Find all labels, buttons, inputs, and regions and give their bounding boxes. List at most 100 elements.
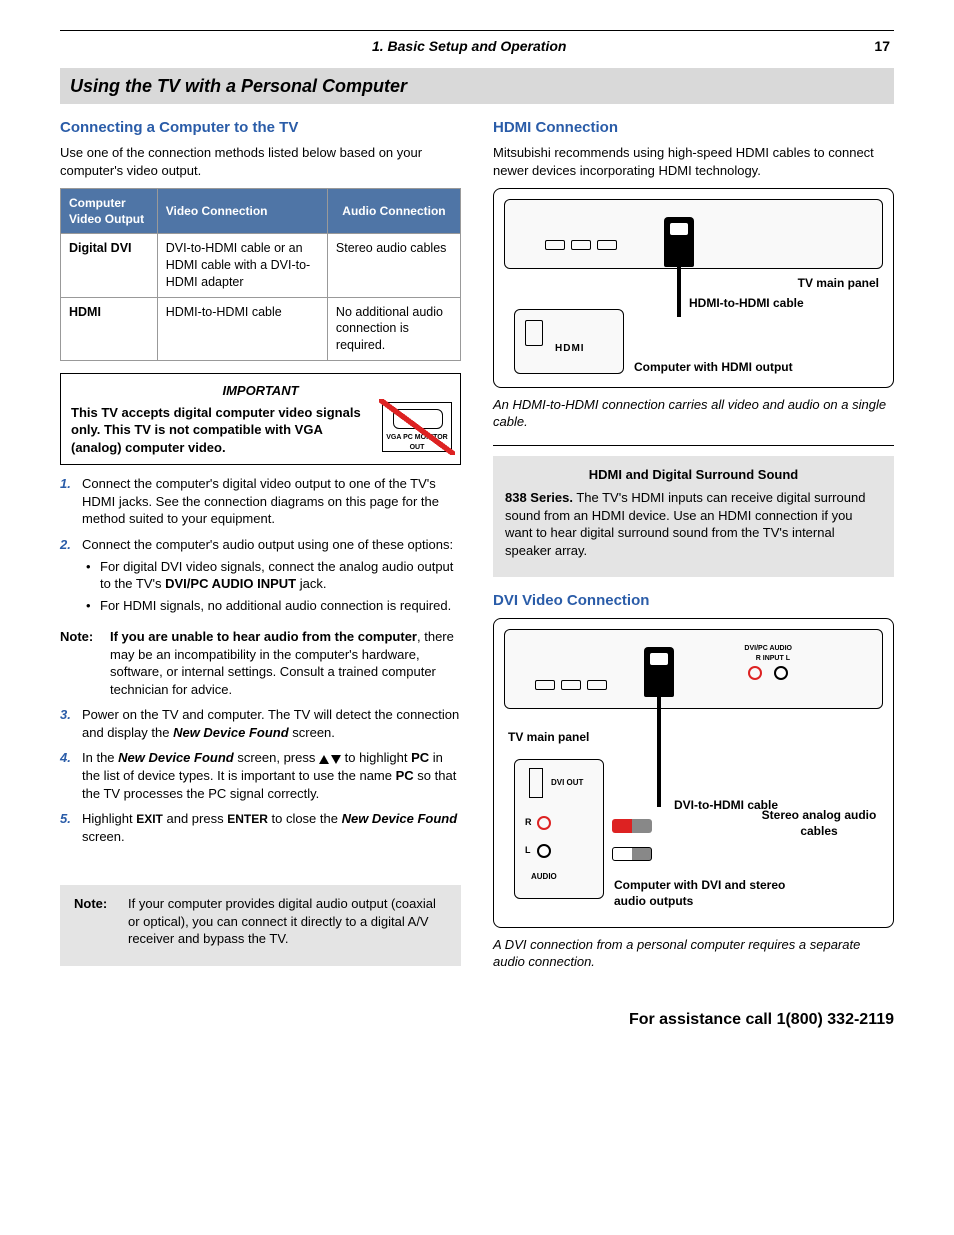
connection-table: Computer Video Output Video Connection A… bbox=[60, 188, 461, 362]
step-body: Highlight EXIT and press ENTER to close … bbox=[82, 810, 461, 845]
note-label: Note: bbox=[74, 895, 128, 948]
steps-list-cont: 3. Power on the TV and computer. The TV … bbox=[60, 706, 461, 845]
dvi-diagram: DVI/PC AUDIO R INPUT L TV main panel DVI… bbox=[493, 618, 894, 928]
rca-white-icon bbox=[774, 666, 788, 680]
cell-hdmi-label: HDMI bbox=[61, 297, 158, 361]
vga-label: VGA PC MONITOR OUT bbox=[386, 434, 447, 450]
up-triangle-icon bbox=[319, 755, 329, 764]
step-4: 4. In the New Device Found screen, press… bbox=[60, 749, 461, 802]
chapter-title: 1. Basic Setup and Operation bbox=[64, 37, 874, 56]
left-column: Connecting a Computer to the TV Use one … bbox=[60, 114, 461, 985]
note-body: If you are unable to hear audio from the… bbox=[110, 628, 461, 698]
dvi-port-icon bbox=[529, 768, 543, 798]
cable-icon bbox=[677, 267, 681, 317]
hdmi-plug-icon bbox=[664, 217, 694, 267]
page-number: 17 bbox=[874, 37, 890, 56]
button-exit: EXIT bbox=[136, 812, 163, 826]
th-video-connection: Video Connection bbox=[157, 188, 327, 233]
tv-panel-icon: DVI/PC AUDIO R INPUT L bbox=[504, 629, 883, 709]
table-row: Digital DVI DVI-to-HDMI cable or an HDMI… bbox=[61, 233, 461, 297]
audio-note: Note: If you are unable to hear audio fr… bbox=[60, 628, 461, 698]
gb-body: 838 Series. The TV's HDMI inputs can rec… bbox=[505, 489, 882, 559]
step-body: In the New Device Found screen, press to… bbox=[82, 749, 461, 802]
hdmi-port-icon bbox=[525, 320, 543, 346]
sub-bullets: For digital DVI video signals, connect t… bbox=[82, 558, 461, 615]
hdmi-intro: Mitsubishi recommends using high-speed H… bbox=[493, 144, 894, 179]
section-title: Using the TV with a Personal Computer bbox=[60, 68, 894, 104]
bullet: For HDMI signals, no additional audio co… bbox=[100, 597, 461, 615]
th-computer-output: Computer Video Output bbox=[61, 188, 158, 233]
table-row: HDMI HDMI-to-HDMI cable No additional au… bbox=[61, 297, 461, 361]
intro-text: Use one of the connection methods listed… bbox=[60, 144, 461, 179]
step-body: Power on the TV and computer. The TV wil… bbox=[82, 706, 461, 741]
jack-name: DVI/PC AUDIO INPUT bbox=[165, 576, 296, 591]
label-dvi-out: DVI OUT bbox=[551, 778, 583, 789]
step-number: 3. bbox=[60, 706, 82, 741]
page-header: 1. Basic Setup and Operation 17 bbox=[60, 37, 894, 68]
label-computer-hdmi: Computer with HDMI output bbox=[634, 359, 793, 375]
device-name: PC bbox=[396, 768, 414, 783]
label-dvipc-audio: DVI/PC AUDIO bbox=[744, 644, 792, 653]
rca-red-icon bbox=[537, 816, 551, 830]
cell-dvi-label: Digital DVI bbox=[61, 233, 158, 297]
step-2: 2. Connect the computer's audio output u… bbox=[60, 536, 461, 618]
label-tv-panel: TV main panel bbox=[508, 729, 589, 745]
computer-box-icon: DVI OUT R L AUDIO bbox=[514, 759, 604, 899]
step-body: Connect the computer's digital video out… bbox=[82, 475, 461, 528]
label-audio: AUDIO bbox=[531, 872, 557, 883]
label-hdmi-cable: HDMI-to-HDMI cable bbox=[689, 295, 829, 311]
vga-icon: VGA PC MONITOR OUT bbox=[382, 402, 452, 452]
footer-assistance: For assistance call 1(800) 332-2119 bbox=[60, 1009, 894, 1031]
label-computer-dvi: Computer with DVI and stereo audio outpu… bbox=[614, 877, 814, 909]
step-3: 3. Power on the TV and computer. The TV … bbox=[60, 706, 461, 741]
computer-box-icon: HDMI bbox=[514, 309, 624, 374]
note-label: Note: bbox=[60, 628, 110, 698]
step-number: 4. bbox=[60, 749, 82, 802]
hdmi-logo-icon: HDMI bbox=[555, 342, 585, 356]
step-5: 5. Highlight EXIT and press ENTER to clo… bbox=[60, 810, 461, 845]
gb-title: HDMI and Digital Surround Sound bbox=[505, 466, 882, 484]
heading-hdmi: HDMI Connection bbox=[493, 118, 894, 138]
bullet: For digital DVI video signals, connect t… bbox=[100, 558, 461, 593]
divider bbox=[493, 445, 894, 446]
rca-plug-red-icon bbox=[612, 819, 652, 833]
steps-list: 1. Connect the computer's digital video … bbox=[60, 475, 461, 618]
important-title: IMPORTANT bbox=[71, 382, 450, 400]
hdmi-diagram: HDMI TV main panel HDMI-to-HDMI cable Co… bbox=[493, 188, 894, 388]
screen-name: New Device Found bbox=[342, 811, 458, 826]
step-1: 1. Connect the computer's digital video … bbox=[60, 475, 461, 528]
cable-icon bbox=[657, 697, 661, 807]
cell-dvi-video: DVI-to-HDMI cable or an HDMI cable with … bbox=[157, 233, 327, 297]
label-r: R bbox=[525, 816, 532, 828]
hdmi-caption: An HDMI-to-HDMI connection carries all v… bbox=[493, 396, 894, 431]
bottom-note-box: Note: If your computer provides digital … bbox=[60, 885, 461, 966]
step-number: 5. bbox=[60, 810, 82, 845]
vga-port-icon bbox=[393, 409, 443, 429]
important-callout: IMPORTANT This TV accepts digital comput… bbox=[60, 373, 461, 465]
screen-name: New Device Found bbox=[173, 725, 289, 740]
label-tv-panel: TV main panel bbox=[798, 275, 879, 291]
label-audio-cables: Stereo analog audio cables bbox=[759, 807, 879, 839]
down-triangle-icon bbox=[331, 755, 341, 764]
step-body: Connect the computer's audio output usin… bbox=[82, 536, 461, 618]
hdmi-ports-icon bbox=[545, 240, 617, 250]
screen-name: New Device Found bbox=[118, 750, 234, 765]
th-audio-connection: Audio Connection bbox=[327, 188, 460, 233]
device-name: PC bbox=[411, 750, 429, 765]
label-r-input-l: R INPUT L bbox=[756, 654, 790, 663]
rca-plug-white-icon bbox=[612, 847, 652, 861]
right-column: HDMI Connection Mitsubishi recommends us… bbox=[493, 114, 894, 985]
cell-hdmi-audio: No additional audio connection is requir… bbox=[327, 297, 460, 361]
button-enter: ENTER bbox=[227, 812, 268, 826]
note-body: If your computer provides digital audio … bbox=[128, 895, 447, 948]
rca-red-icon bbox=[748, 666, 762, 680]
header-rule bbox=[60, 30, 894, 31]
surround-sound-box: HDMI and Digital Surround Sound 838 Seri… bbox=[493, 456, 894, 578]
step-number: 2. bbox=[60, 536, 82, 618]
hdmi-ports-icon bbox=[535, 680, 607, 690]
dvi-caption: A DVI connection from a personal compute… bbox=[493, 936, 894, 971]
cell-dvi-audio: Stereo audio cables bbox=[327, 233, 460, 297]
label-l: L bbox=[525, 844, 531, 856]
heading-connecting: Connecting a Computer to the TV bbox=[60, 118, 461, 138]
hdmi-plug-icon bbox=[644, 647, 674, 697]
